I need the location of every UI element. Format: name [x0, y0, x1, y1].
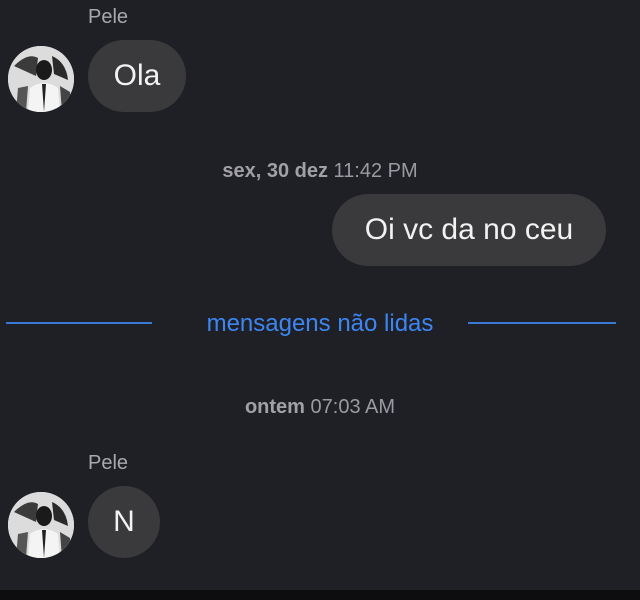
timestamp-time: 11:42 PM [333, 160, 418, 182]
unread-divider-line-right [468, 322, 616, 324]
avatar-pele[interactable] [8, 492, 74, 558]
message-timestamp: ontem 07:03 AM [0, 396, 640, 419]
timestamp-time: 07:03 AM [310, 396, 396, 418]
message-bubble-incoming[interactable]: Ola [88, 40, 186, 112]
bottom-bar [0, 590, 640, 600]
avatar-pele[interactable] [8, 46, 74, 112]
message-timestamp: sex, 30 dez 11:42 PM [0, 160, 640, 183]
message-bubble-outgoing[interactable]: Oi vc da no ceu [332, 194, 606, 266]
timestamp-day: ontem [244, 396, 305, 418]
profile-photo-icon [8, 492, 74, 558]
timestamp-day: sex, 30 dez [222, 160, 328, 182]
unread-divider-label: mensagens não lidas [206, 310, 434, 337]
sender-name: Pele [88, 6, 129, 28]
profile-photo-icon [8, 46, 74, 112]
chat-thread: Pele Ola sex, 30 dez 11:42 PM Oi vc da n… [0, 0, 640, 600]
sender-name: Pele [88, 452, 129, 474]
message-bubble-incoming[interactable]: N [88, 486, 160, 558]
